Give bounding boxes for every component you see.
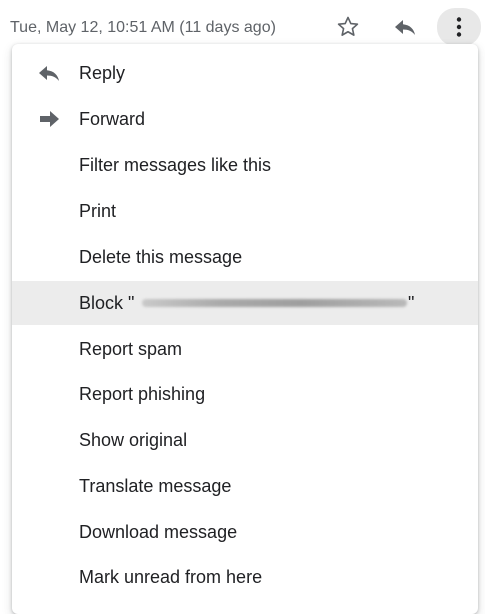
menu-item-label: Delete this message bbox=[79, 246, 243, 267]
more-vert-icon bbox=[456, 17, 462, 37]
menu-item-delete-message[interactable]: Delete this message bbox=[12, 236, 478, 278]
menu-item-label: Translate message bbox=[79, 475, 232, 496]
menu-item-label: Print bbox=[79, 200, 117, 221]
menu-item-print[interactable]: Print bbox=[12, 190, 478, 232]
menu-item-reply[interactable]: Reply bbox=[12, 52, 478, 94]
menu-item-block-sender[interactable]: Block " " bbox=[12, 281, 478, 325]
reply-icon bbox=[395, 20, 415, 35]
menu-item-report-phishing[interactable]: Report phishing bbox=[12, 373, 478, 415]
star-button[interactable] bbox=[333, 12, 363, 42]
menu-item-label: Reply bbox=[79, 62, 126, 83]
menu-item-label: Block " bbox=[79, 292, 135, 313]
message-header: Tue, May 12, 10:51 AM (11 days ago) bbox=[0, 0, 485, 46]
menu-item-download-message[interactable]: Download message bbox=[12, 511, 478, 553]
menu-item-forward[interactable]: Forward bbox=[12, 98, 478, 140]
menu-item-filter-messages[interactable]: Filter messages like this bbox=[12, 144, 478, 186]
reply-icon bbox=[36, 63, 62, 83]
forward-icon bbox=[36, 109, 62, 129]
menu-item-label-suffix: " bbox=[408, 292, 415, 313]
menu-item-label: Mark unread from here bbox=[79, 566, 263, 587]
menu-item-label: Forward bbox=[79, 108, 146, 129]
menu-item-label: Report phishing bbox=[79, 383, 206, 404]
star-outline-icon bbox=[337, 16, 359, 36]
menu-item-show-original[interactable]: Show original bbox=[12, 419, 478, 461]
message-date: Tue, May 12, 10:51 AM (11 days ago) bbox=[10, 19, 276, 36]
menu-item-mark-unread[interactable]: Mark unread from here bbox=[12, 556, 478, 598]
reply-button[interactable] bbox=[390, 12, 420, 42]
menu-item-label: Report spam bbox=[79, 338, 183, 359]
redacted-sender-name bbox=[142, 299, 407, 307]
menu-item-translate-message[interactable]: Translate message bbox=[12, 465, 478, 507]
menu-item-report-spam[interactable]: Report spam bbox=[12, 328, 478, 370]
message-options-menu: Reply Forward Filter messages like this … bbox=[12, 44, 478, 614]
menu-item-label: Filter messages like this bbox=[79, 154, 272, 175]
more-options-button[interactable] bbox=[437, 8, 481, 46]
menu-item-label: Show original bbox=[79, 429, 188, 450]
menu-item-label: Download message bbox=[79, 521, 238, 542]
